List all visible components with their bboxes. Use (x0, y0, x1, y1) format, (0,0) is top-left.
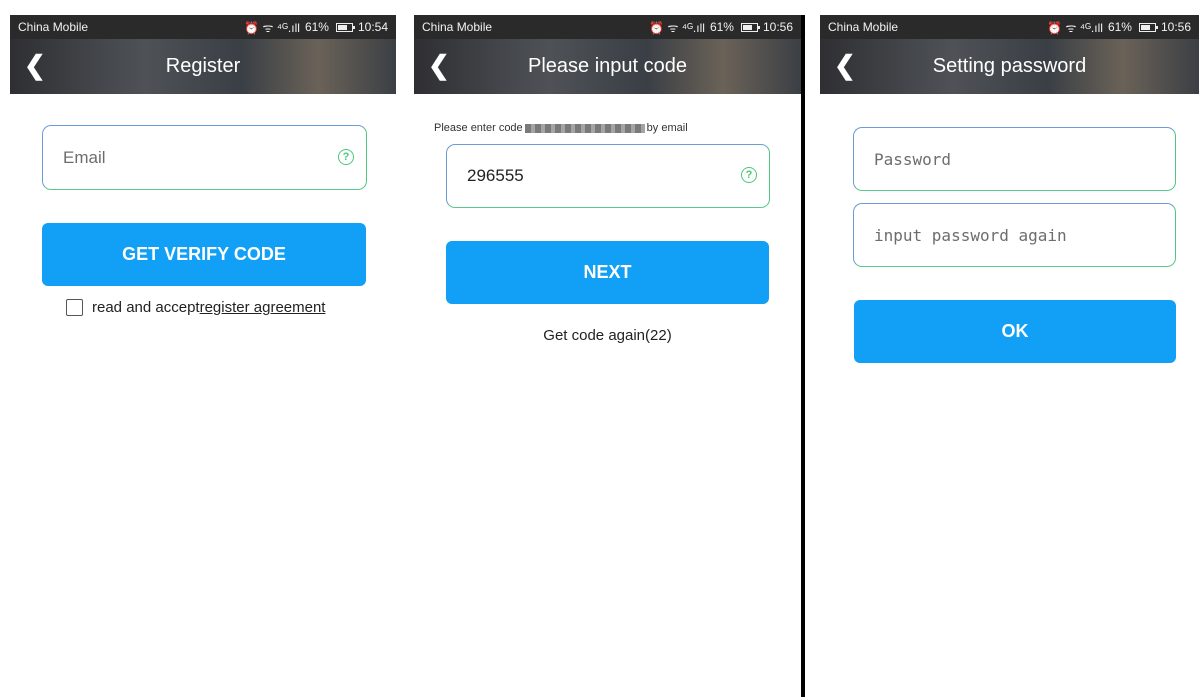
code-field[interactable]: ? (446, 144, 770, 208)
status-icons: ⏰ ᯤ ⁴ᴳ.ıll (649, 20, 705, 35)
setting-password-screen: China Mobile ⏰ ᯤ ⁴ᴳ.ıll 61% 10:56 ❮ Sett… (820, 15, 1199, 697)
nav-bar: ❮ Please input code (414, 39, 801, 94)
status-icons: ⏰ ᯤ ⁴ᴳ.ıll (244, 20, 300, 35)
battery-percent: 61% (709, 20, 734, 34)
get-verify-code-button[interactable]: GET VERIFY CODE (42, 223, 366, 286)
help-icon[interactable]: ? (338, 148, 354, 165)
next-button[interactable]: NEXT (446, 241, 769, 304)
battery-icon (740, 22, 760, 32)
clock: 10:56 (762, 20, 793, 34)
status-bar: China Mobile ⏰ ᯤ ⁴ᴳ.ıll 61% 10:54 (10, 15, 396, 39)
password-again-input[interactable] (874, 204, 1115, 266)
carrier-label: China Mobile (828, 20, 899, 34)
screen-divider (801, 15, 805, 697)
status-icons: ⏰ ᯤ ⁴ᴳ.ıll (1047, 20, 1103, 35)
redacted-email (524, 123, 645, 133)
resend-code-countdown[interactable]: Get code again(22) (414, 327, 801, 344)
code-hint: Please enter code by email (434, 122, 688, 134)
page-title: Register (165, 55, 241, 77)
hint-suffix: by email (646, 122, 688, 134)
password-input[interactable] (874, 128, 1115, 190)
agreement-checkbox[interactable] (66, 299, 83, 316)
clock: 10:54 (357, 20, 388, 34)
battery-icon (335, 22, 355, 32)
register-screen: China Mobile ⏰ ᯤ ⁴ᴳ.ıll 61% 10:54 ❮ Regi… (10, 15, 396, 697)
battery-percent: 61% (1107, 20, 1132, 34)
battery-percent: 61% (304, 20, 329, 34)
agreement-text: read and accept (92, 299, 200, 316)
agreement-row: read and accept register agreement (66, 299, 325, 316)
password-again-field[interactable] (853, 203, 1176, 267)
battery-icon (1138, 22, 1158, 32)
password-field[interactable] (853, 127, 1176, 191)
carrier-label: China Mobile (18, 20, 89, 34)
status-bar: China Mobile ⏰ ᯤ ⁴ᴳ.ıll 61% 10:56 (820, 15, 1199, 39)
hint-prefix: Please enter code (434, 122, 523, 134)
nav-bar: ❮ Setting password (820, 39, 1199, 94)
email-field[interactable]: ? (42, 125, 367, 190)
carrier-label: China Mobile (422, 20, 493, 34)
ok-button[interactable]: OK (854, 300, 1176, 363)
input-code-screen: China Mobile ⏰ ᯤ ⁴ᴳ.ıll 61% 10:56 ❮ Plea… (414, 15, 801, 697)
nav-bar: ❮ Register (10, 39, 396, 94)
status-bar: China Mobile ⏰ ᯤ ⁴ᴳ.ıll 61% 10:56 (414, 15, 801, 39)
help-icon[interactable]: ? (741, 167, 757, 183)
register-agreement-link[interactable]: register agreement (200, 299, 326, 316)
email-input[interactable] (63, 126, 306, 189)
page-title: Please input code (527, 55, 687, 77)
clock: 10:56 (1160, 20, 1191, 34)
page-title: Setting password (932, 55, 1087, 77)
code-input[interactable] (467, 145, 709, 207)
